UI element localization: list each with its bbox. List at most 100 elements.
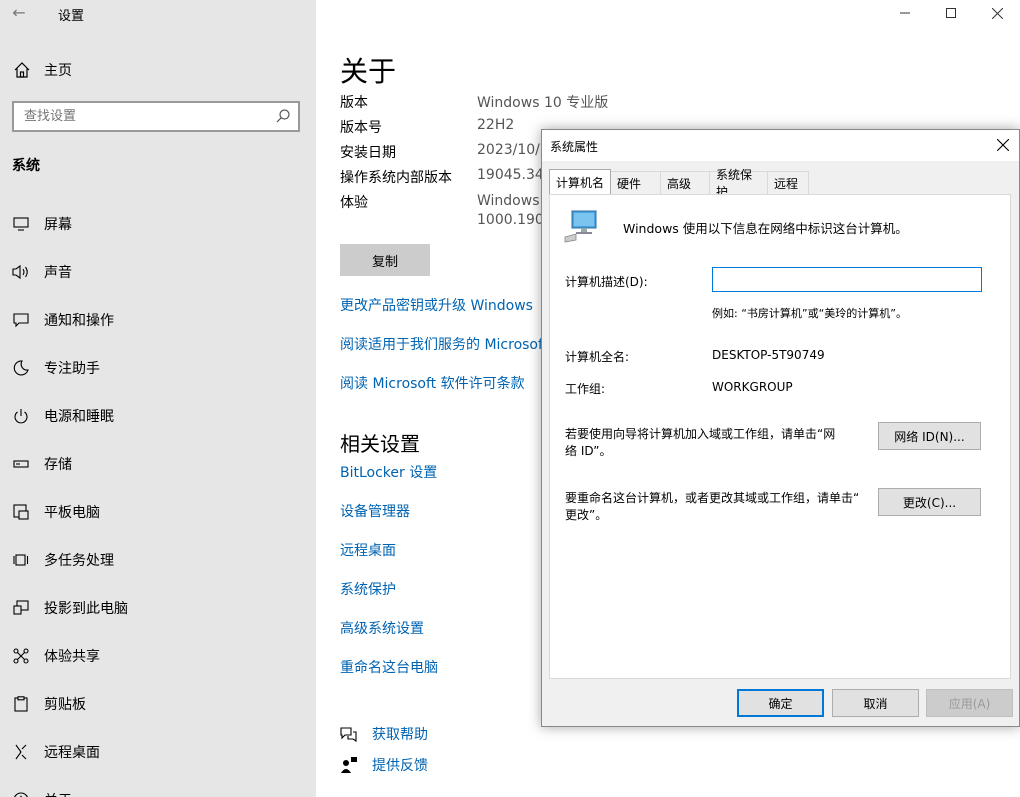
system-properties-dialog: 系统属性 计算机名 硬件 高级 系统保护 远程 Windows 使用以下信息在网… <box>541 129 1020 727</box>
sidebar-item-label: 体验共享 <box>44 649 100 665</box>
tab-remote[interactable]: 远程 <box>767 171 810 194</box>
sidebar-item-label: 屏幕 <box>44 217 72 233</box>
search-input[interactable] <box>14 103 264 130</box>
project-icon <box>12 599 30 617</box>
change-product-key-link[interactable]: 更改产品密钥或升级 Windows <box>340 295 533 315</box>
spec-value-version: 22H2 <box>477 117 515 133</box>
sidebar-item-about[interactable]: 关于 <box>0 776 316 797</box>
sidebar-item-label: 平板电脑 <box>44 505 100 521</box>
maximize-icon <box>946 8 956 18</box>
services-agreement-link[interactable]: 阅读适用于我们服务的 Microsoft <box>340 334 548 354</box>
sidebar-item-shared-experiences[interactable]: 体验共享 <box>0 632 316 680</box>
sidebar-item-home[interactable]: 主页 <box>12 58 72 82</box>
sidebar-item-label: 存储 <box>44 457 72 473</box>
dialog-close-button[interactable] <box>993 135 1013 155</box>
spec-label-install-date: 安装日期 <box>340 145 396 161</box>
tab-advanced[interactable]: 高级 <box>660 171 711 194</box>
computer-description-label: 计算机描述(D): <box>565 275 648 289</box>
notification-icon <box>12 311 30 329</box>
sidebar-item-label: 远程桌面 <box>44 745 100 761</box>
page-title: 关于 <box>340 55 397 88</box>
give-feedback-link[interactable]: 提供反馈 <box>372 755 428 775</box>
network-id-description-line1: 若要使用向导将计算机加入域或工作组，请单击“网 <box>565 427 836 441</box>
share-icon <box>12 647 30 665</box>
sidebar-item-storage[interactable]: 存储 <box>0 440 316 488</box>
dialog-title: 系统属性 <box>550 140 599 154</box>
search-icon[interactable] <box>275 108 291 124</box>
sidebar-item-focus-assist[interactable]: 专注助手 <box>0 344 316 392</box>
sidebar-item-clipboard[interactable]: 剪贴板 <box>0 680 316 728</box>
rename-description-line1: 要重命名这台计算机，或者更改其域或工作组，请单击“ <box>565 491 860 505</box>
section-title: 系统 <box>12 158 40 174</box>
sidebar-item-project[interactable]: 投影到此电脑 <box>0 584 316 632</box>
computer-description-input[interactable] <box>712 267 982 292</box>
ok-button[interactable]: 确定 <box>737 689 824 717</box>
system-protection-link[interactable]: 系统保护 <box>340 579 396 599</box>
sidebar-item-power-sleep[interactable]: 电源和睡眠 <box>0 392 316 440</box>
copy-button[interactable]: 复制 <box>340 244 430 276</box>
sidebar-item-label: 专注助手 <box>44 361 100 377</box>
minimize-icon <box>900 12 910 14</box>
sidebar-item-display[interactable]: 屏幕 <box>0 200 316 248</box>
sidebar-nav: 屏幕 声音 通知和操作 专注助手 电源和睡眠 存储 平板电脑 多任务处理 投影到… <box>0 200 316 797</box>
sidebar-item-notifications[interactable]: 通知和操作 <box>0 296 316 344</box>
sidebar-item-label: 关于 <box>44 790 72 797</box>
computer-name-panel: Windows 使用以下信息在网络中标识这台计算机。 计算机描述(D): 例如:… <box>549 194 1011 679</box>
close-icon <box>997 139 1009 151</box>
dialog-titlebar[interactable]: 系统属性 <box>542 130 1019 161</box>
network-id-button[interactable]: 网络 ID(N)... <box>878 422 981 450</box>
power-icon <box>12 407 30 425</box>
computer-network-icon <box>564 209 600 247</box>
device-manager-link[interactable]: 设备管理器 <box>340 501 410 521</box>
tablet-icon <box>12 503 30 521</box>
bitlocker-settings-link[interactable]: BitLocker 设置 <box>340 462 437 482</box>
search-box[interactable] <box>12 101 300 132</box>
minimize-button[interactable] <box>882 0 928 26</box>
rename-description-line2: 更改”。 <box>565 508 608 522</box>
spec-value-edition: Windows 10 专业版 <box>477 95 609 111</box>
help-chat-icon <box>340 725 358 743</box>
close-icon <box>991 7 1003 19</box>
remote-icon <box>12 743 30 761</box>
remote-desktop-link[interactable]: 远程桌面 <box>340 540 396 560</box>
sidebar-item-label: 通知和操作 <box>44 313 114 329</box>
maximize-button[interactable] <box>928 0 974 26</box>
sidebar-item-tablet[interactable]: 平板电脑 <box>0 488 316 536</box>
get-help-row[interactable]: 获取帮助 <box>340 724 428 744</box>
tab-hardware[interactable]: 硬件 <box>610 171 662 194</box>
change-button[interactable]: 更改(C)... <box>878 488 981 516</box>
related-settings-title: 相关设置 <box>340 432 420 456</box>
info-icon <box>12 791 30 797</box>
rename-pc-link[interactable]: 重命名这台电脑 <box>340 657 438 677</box>
home-label: 主页 <box>44 63 72 79</box>
spec-label-edition: 版本 <box>340 95 368 111</box>
monitor-icon <box>12 215 30 233</box>
workgroup-value: WORKGROUP <box>712 380 793 394</box>
sidebar-item-multitasking[interactable]: 多任务处理 <box>0 536 316 584</box>
sidebar-item-sound[interactable]: 声音 <box>0 248 316 296</box>
multitask-icon <box>12 551 30 569</box>
spec-label-os-build: 操作系统内部版本 <box>340 170 452 186</box>
sidebar-item-label: 声音 <box>44 265 72 281</box>
tab-computer-name[interactable]: 计算机名 <box>549 169 612 194</box>
apply-button[interactable]: 应用(A) <box>926 689 1013 717</box>
sidebar-item-label: 多任务处理 <box>44 553 114 569</box>
give-feedback-row[interactable]: 提供反馈 <box>340 755 428 775</box>
full-computer-name-label: 计算机全名: <box>565 350 630 364</box>
network-id-description-line2: 络 ID”。 <box>565 444 612 458</box>
tab-system-protection[interactable]: 系统保护 <box>709 168 769 199</box>
advanced-system-settings-link[interactable]: 高级系统设置 <box>340 618 424 638</box>
feedback-icon <box>340 756 358 774</box>
dialog-tabs: 计算机名 硬件 高级 系统保护 远程 <box>549 168 810 199</box>
cancel-button[interactable]: 取消 <box>832 689 919 717</box>
settings-sidebar: ← 设置 主页 系统 屏幕 声音 通知和操作 专注助手 <box>0 0 316 797</box>
computer-description-example: 例如: “书房计算机”或“美玲的计算机”。 <box>712 307 907 320</box>
spec-label-version: 版本号 <box>340 120 382 136</box>
get-help-link[interactable]: 获取帮助 <box>372 724 428 744</box>
close-button[interactable] <box>974 0 1020 26</box>
sidebar-item-remote-desktop[interactable]: 远程桌面 <box>0 728 316 776</box>
license-terms-link[interactable]: 阅读 Microsoft 软件许可条款 <box>340 373 525 393</box>
back-arrow-icon[interactable]: ← <box>8 2 30 24</box>
sidebar-item-label: 剪贴板 <box>44 697 86 713</box>
full-computer-name-value: DESKTOP-5T90749 <box>712 348 825 362</box>
